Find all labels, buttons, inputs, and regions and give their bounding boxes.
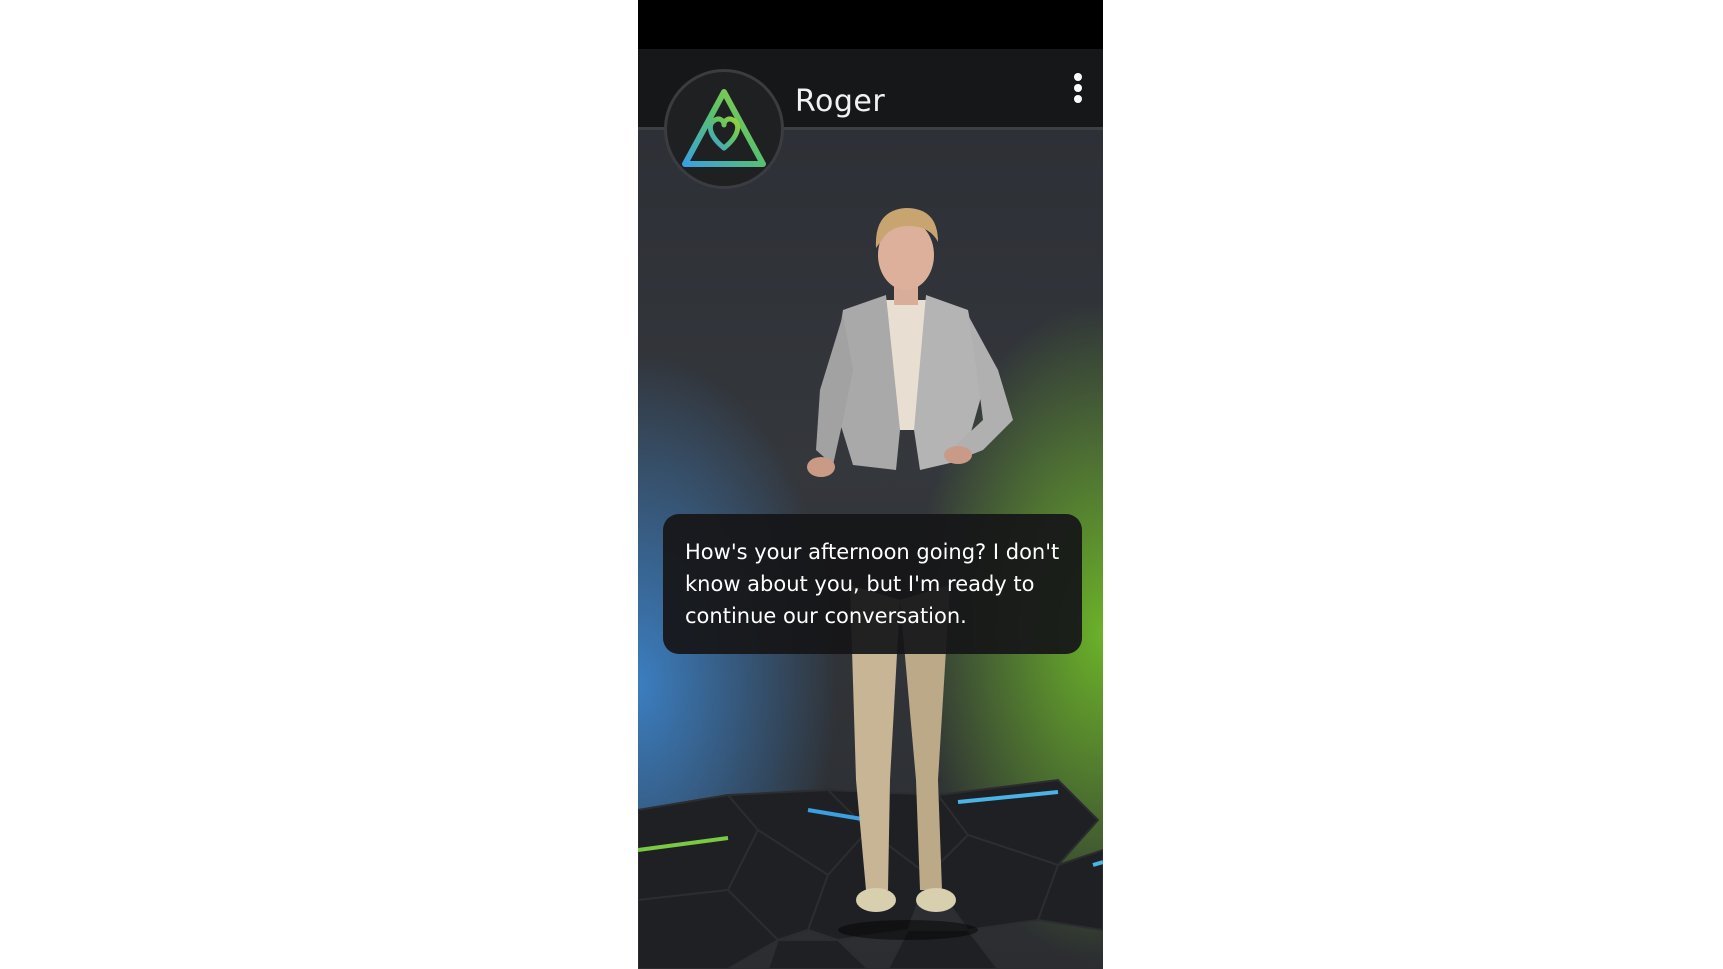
triangle-heart-logo-icon — [682, 89, 766, 167]
chat-title: Roger — [795, 84, 886, 119]
assistant-avatar[interactable] — [664, 69, 784, 189]
more-vertical-icon[interactable] — [1068, 71, 1088, 111]
chat-message-text: How's your afternoon going? I don't know… — [685, 540, 1060, 628]
status-bar — [638, 0, 1103, 49]
chat-message-bubble: How's your afternoon going? I don't know… — [663, 514, 1082, 654]
